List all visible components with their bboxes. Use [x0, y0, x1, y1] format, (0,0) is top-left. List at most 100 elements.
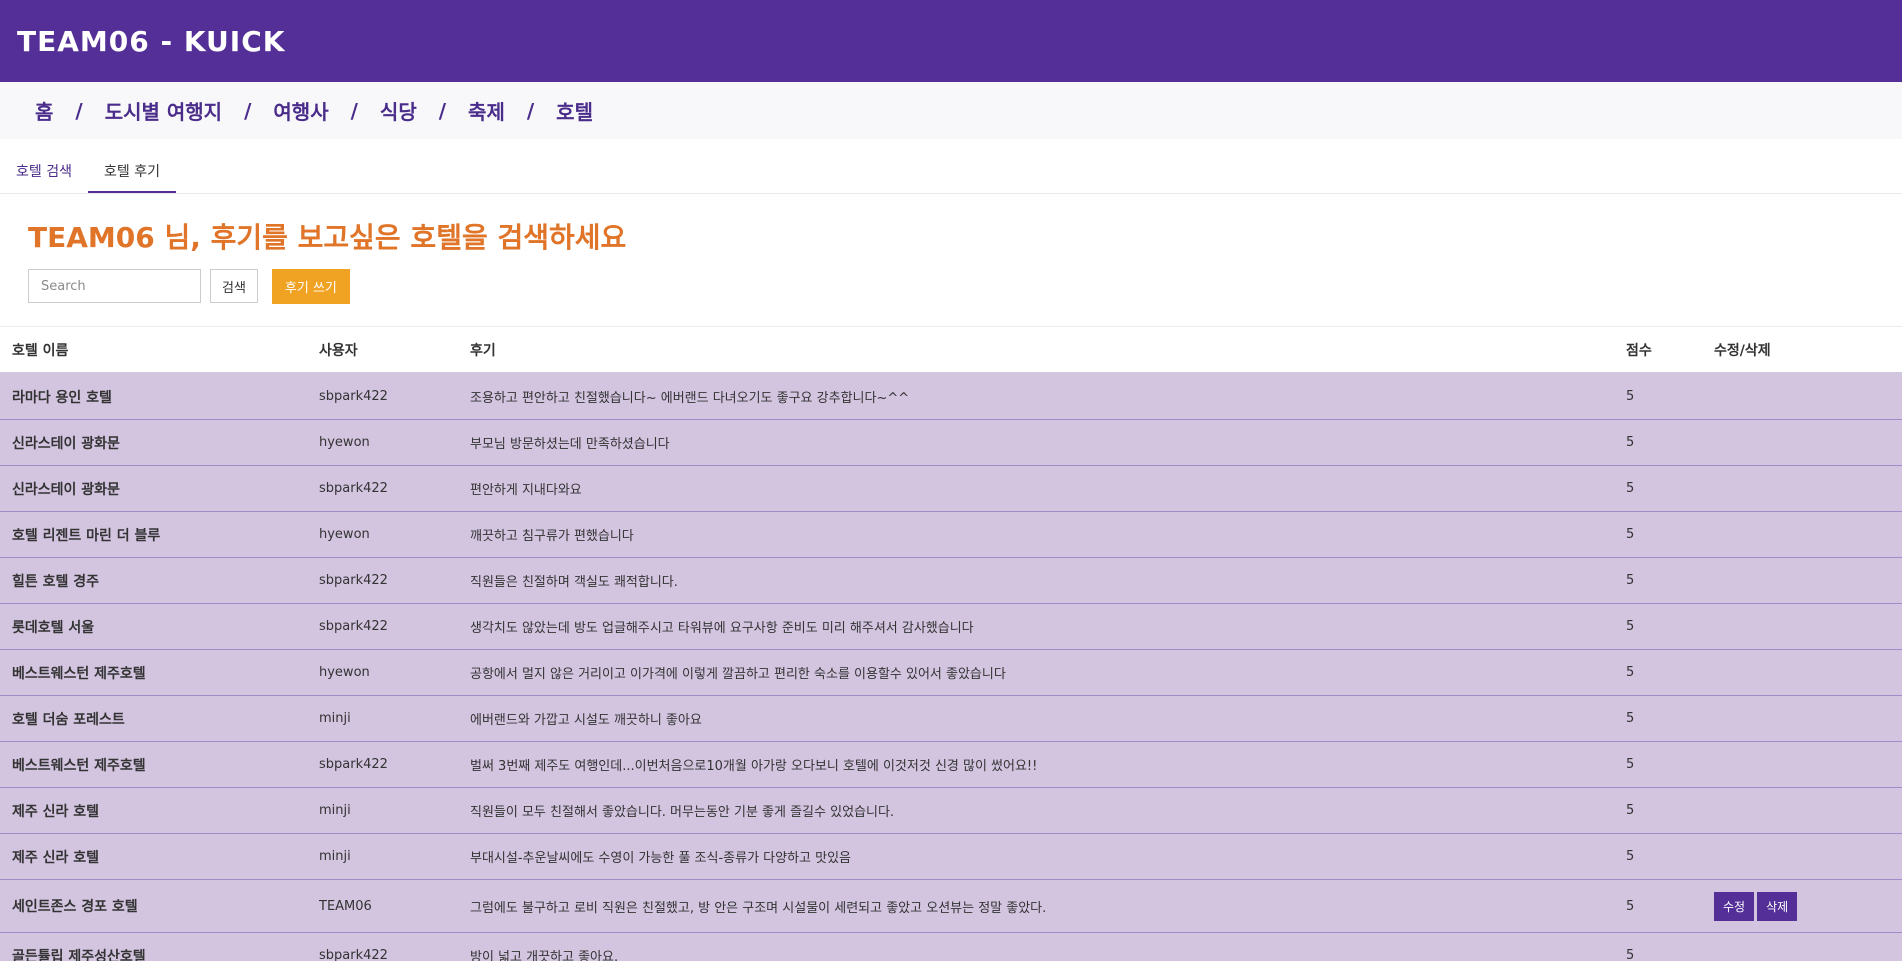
actions-cell	[1702, 603, 1902, 650]
review-cell: 그럼에도 불구하고 로비 직원은 친절했고, 방 안은 구조며 시설물이 세련되…	[458, 879, 1614, 933]
edit-review-button[interactable]: 수정	[1714, 891, 1755, 921]
table-row: 신라스테이 광화문 hyewon 부모님 방문하셨는데 만족하셨습니다 5	[0, 419, 1902, 466]
review-cell: 편안하게 지내다와요	[458, 465, 1614, 512]
score-cell: 5	[1614, 741, 1702, 788]
column-header-actions: 수정/삭제	[1702, 327, 1902, 374]
hotel-name-cell: 세인트존스 경포 호텔	[0, 879, 307, 933]
nav-separator: /	[75, 98, 83, 123]
actions-cell	[1702, 833, 1902, 880]
nav-separator: /	[350, 98, 358, 123]
review-cell: 생각치도 않았는데 방도 업글해주시고 타워뷰에 요구사항 준비도 미리 해주셔…	[458, 603, 1614, 650]
user-cell: sbpark422	[307, 741, 458, 788]
table-row: 힐튼 호텔 경주 sbpark422 직원들은 친절하며 객실도 쾌적합니다. …	[0, 557, 1902, 604]
score-cell: 5	[1614, 373, 1702, 420]
score-cell: 5	[1614, 695, 1702, 742]
table-row: 제주 신라 호텔 minji 부대시설-추운날씨에도 수영이 가능한 풀 조식-…	[0, 833, 1902, 880]
table-row: 골든튤립 제주성산호텔 sbpark422 방이 넓고 개끗하고 좋아요. 5	[0, 932, 1902, 961]
hotel-tabs: 호텔 검색 호텔 후기	[0, 139, 1902, 194]
hotel-name-cell: 골든튤립 제주성산호텔	[0, 932, 307, 961]
user-cell: sbpark422	[307, 932, 458, 961]
user-cell: TEAM06	[307, 879, 458, 933]
actions-cell	[1702, 695, 1902, 742]
top-header: TEAM06 - KUICK	[0, 0, 1902, 82]
nav-restaurant[interactable]: 식당	[380, 96, 417, 125]
score-cell: 5	[1614, 419, 1702, 466]
actions-cell	[1702, 557, 1902, 604]
review-cell: 부모님 방문하셨는데 만족하셨습니다	[458, 419, 1614, 466]
score-cell: 5	[1614, 649, 1702, 696]
table-row: 라마다 용인 호텔 sbpark422 조용하고 편안하고 친절했습니다~ 에버…	[0, 373, 1902, 420]
main-nav: 홈 / 도시별 여행지 / 여행사 / 식당 / 축제 / 호텔	[0, 82, 1902, 139]
user-cell: sbpark422	[307, 465, 458, 512]
nav-festival[interactable]: 축제	[468, 96, 505, 125]
brand-title[interactable]: TEAM06 - KUICK	[17, 25, 285, 58]
tab-hotel-search[interactable]: 호텔 검색	[0, 161, 88, 193]
hotel-name-cell: 제주 신라 호텔	[0, 833, 307, 880]
table-row: 세인트존스 경포 호텔 TEAM06 그럼에도 불구하고 로비 직원은 친절했고…	[0, 879, 1902, 933]
table-row: 제주 신라 호텔 minji 직원들이 모두 친절해서 좋았습니다. 머무는동안…	[0, 787, 1902, 834]
score-cell: 5	[1614, 603, 1702, 650]
hotel-name-cell: 베스트웨스턴 제주호텔	[0, 649, 307, 696]
review-cell: 공항에서 멀지 않은 거리이고 이가격에 이렇게 깔끔하고 편리한 숙소를 이용…	[458, 649, 1614, 696]
column-header-score: 점수	[1614, 327, 1702, 374]
hotel-name-cell: 라마다 용인 호텔	[0, 373, 307, 420]
user-cell: hyewon	[307, 649, 458, 696]
user-cell: sbpark422	[307, 373, 458, 420]
actions-cell	[1702, 787, 1902, 834]
actions-cell	[1702, 373, 1902, 420]
column-header-hotel: 호텔 이름	[0, 327, 307, 374]
review-cell: 직원들은 친절하며 객실도 쾌적합니다.	[458, 557, 1614, 604]
score-cell: 5	[1614, 787, 1702, 834]
column-header-user: 사용자	[307, 327, 458, 374]
column-header-review: 후기	[458, 327, 1614, 374]
actions-cell	[1702, 741, 1902, 788]
hotel-name-cell: 베스트웨스턴 제주호텔	[0, 741, 307, 788]
write-review-button[interactable]: 후기 쓰기	[271, 268, 350, 304]
table-header-row: 호텔 이름 사용자 후기 점수 수정/삭제	[0, 327, 1902, 374]
review-cell: 직원들이 모두 친절해서 좋았습니다. 머무는동안 기분 좋게 즐길수 있었습니…	[458, 787, 1614, 834]
actions-cell	[1702, 511, 1902, 558]
nav-home[interactable]: 홈	[35, 96, 53, 125]
score-cell: 5	[1614, 557, 1702, 604]
nav-separator: /	[526, 98, 535, 123]
hotel-name-cell: 신라스테이 광화문	[0, 419, 307, 466]
nav-separator: /	[244, 98, 252, 123]
reviews-table-container: 호텔 이름 사용자 후기 점수 수정/삭제 라마다 용인 호텔 sbpark42…	[0, 326, 1902, 961]
user-cell: hyewon	[307, 511, 458, 558]
hotel-name-cell: 제주 신라 호텔	[0, 787, 307, 834]
reviews-table-body: 라마다 용인 호텔 sbpark422 조용하고 편안하고 친절했습니다~ 에버…	[0, 373, 1902, 961]
nav-hotel[interactable]: 호텔	[556, 96, 593, 125]
review-cell: 깨끗하고 침구류가 편했습니다	[458, 511, 1614, 558]
table-row: 베스트웨스턴 제주호텔 sbpark422 벌써 3번째 제주도 여행인데...…	[0, 741, 1902, 788]
actions-cell	[1702, 932, 1902, 961]
nav-separator: /	[438, 98, 447, 123]
score-cell: 5	[1614, 465, 1702, 512]
user-cell: minji	[307, 833, 458, 880]
user-cell: minji	[307, 695, 458, 742]
nav-travel-agency[interactable]: 여행사	[273, 96, 328, 125]
nav-city-destinations[interactable]: 도시별 여행지	[105, 96, 222, 125]
hotel-name-cell: 롯데호텔 서울	[0, 603, 307, 650]
user-cell: minji	[307, 787, 458, 834]
table-row: 신라스테이 광화문 sbpark422 편안하게 지내다와요 5	[0, 465, 1902, 512]
hotel-name-cell: 호텔 더숨 포레스트	[0, 695, 307, 742]
actions-cell	[1702, 419, 1902, 466]
actions-cell	[1702, 649, 1902, 696]
score-cell: 5	[1614, 879, 1702, 933]
search-input[interactable]	[28, 269, 201, 303]
table-row: 호텔 리젠트 마린 더 블루 hyewon 깨끗하고 침구류가 편했습니다 5	[0, 511, 1902, 558]
review-cell: 방이 넓고 개끗하고 좋아요.	[458, 932, 1614, 961]
page-title: TEAM06 님, 후기를 보고싶은 호텔을 검색하세요	[28, 221, 627, 254]
search-button[interactable]: 검색	[210, 269, 258, 303]
search-bar: 검색 후기 쓰기	[0, 256, 1902, 304]
user-cell: sbpark422	[307, 557, 458, 604]
tab-hotel-reviews[interactable]: 호텔 후기	[87, 161, 176, 193]
review-cell: 부대시설-추운날씨에도 수영이 가능한 풀 조식-종류가 다양하고 맛있음	[458, 833, 1614, 880]
actions-cell: 수정 삭제	[1702, 879, 1902, 933]
hotel-name-cell: 힐튼 호텔 경주	[0, 557, 307, 604]
score-cell: 5	[1614, 932, 1702, 961]
table-row: 호텔 더숨 포레스트 minji 에버랜드와 가깝고 시설도 깨끗하니 좋아요 …	[0, 695, 1902, 742]
table-row: 롯데호텔 서울 sbpark422 생각치도 않았는데 방도 업글해주시고 타워…	[0, 603, 1902, 650]
review-cell: 에버랜드와 가깝고 시설도 깨끗하니 좋아요	[458, 695, 1614, 742]
delete-review-button[interactable]: 삭제	[1757, 891, 1798, 921]
